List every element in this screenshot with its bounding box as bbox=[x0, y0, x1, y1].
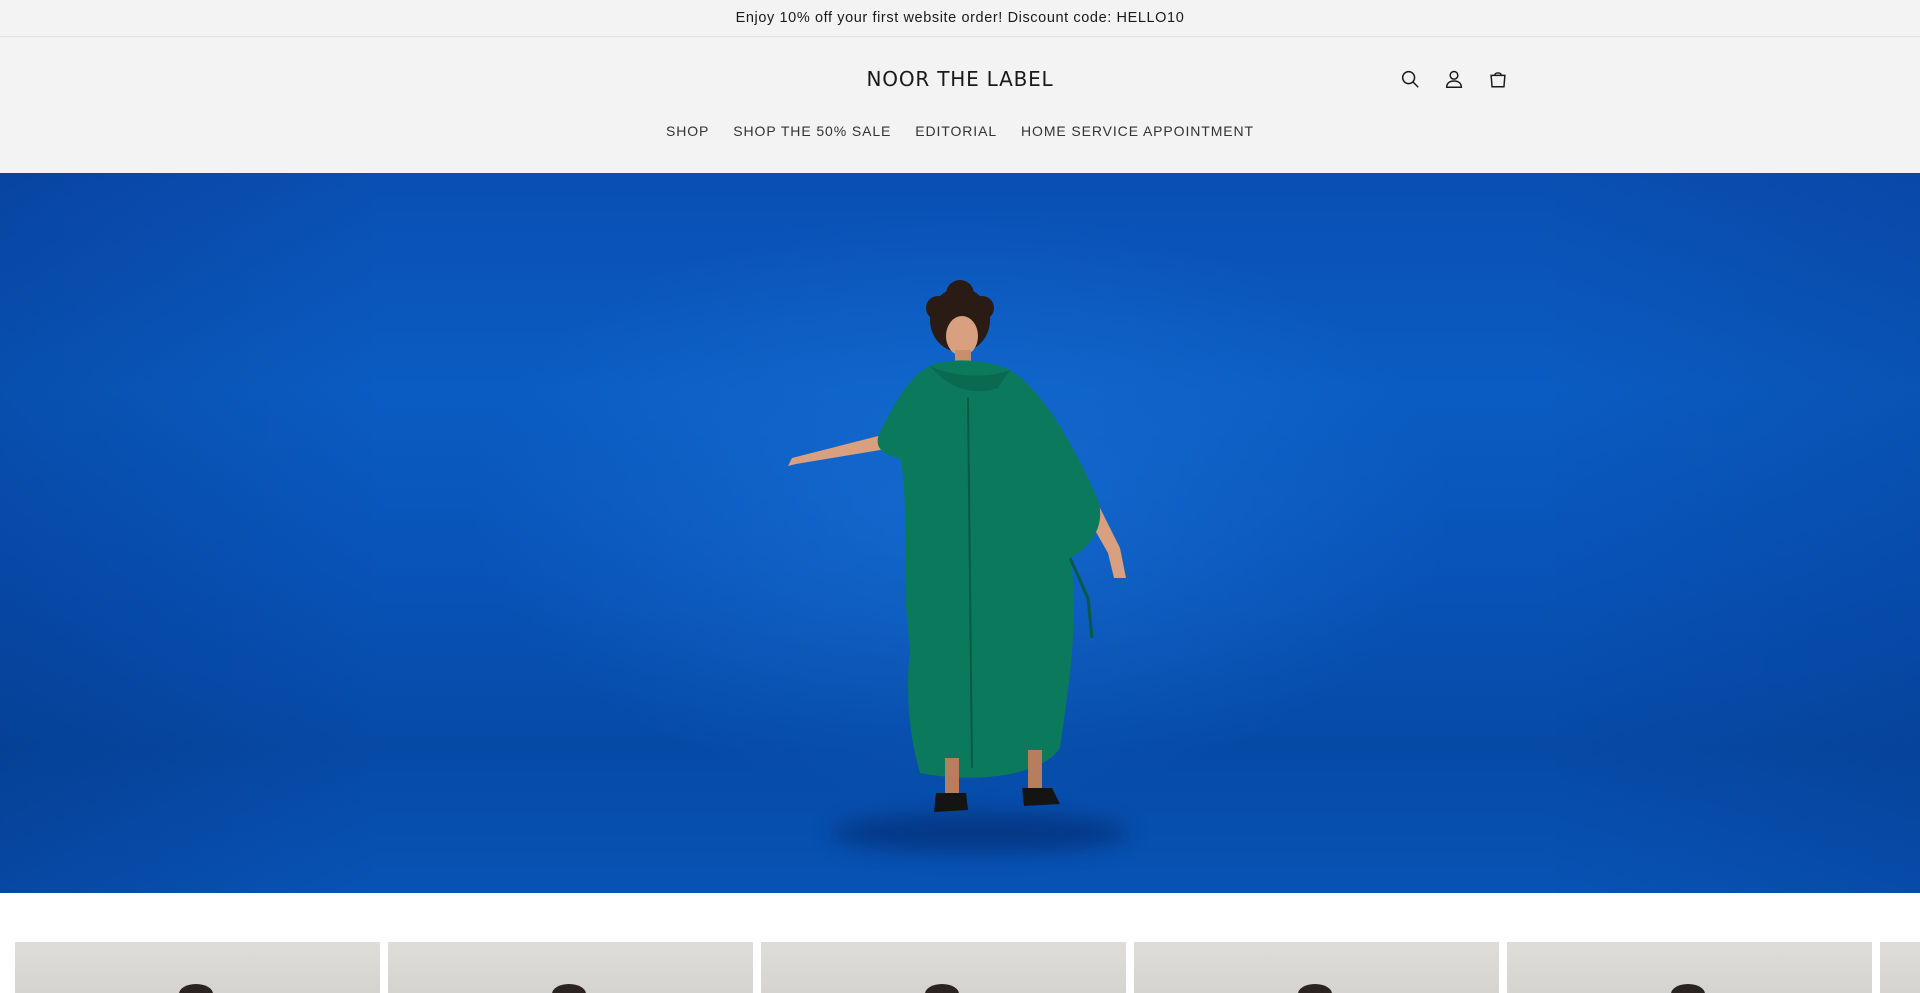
cart-icon bbox=[1490, 72, 1506, 88]
cart-button[interactable] bbox=[1484, 65, 1512, 93]
nav-item-editorial[interactable]: EDITORIAL bbox=[915, 123, 997, 139]
site-header: NOOR THE LABEL SHOP SHOP THE 50% SALE ED… bbox=[0, 37, 1920, 173]
product-image bbox=[552, 984, 586, 993]
announcement-text: Enjoy 10% off your first website order! … bbox=[735, 10, 1185, 26]
nav-item-shop[interactable]: SHOP bbox=[666, 123, 709, 139]
product-card[interactable] bbox=[1880, 942, 1920, 993]
header-icons bbox=[1396, 65, 1512, 93]
nav-item-sale[interactable]: SHOP THE 50% SALE bbox=[733, 123, 891, 139]
site-logo[interactable]: NOOR THE LABEL bbox=[867, 67, 1054, 91]
nav-item-home-service[interactable]: HOME SERVICE APPOINTMENT bbox=[1021, 123, 1254, 139]
product-image bbox=[1671, 984, 1705, 993]
search-button[interactable] bbox=[1396, 65, 1424, 93]
hero-banner[interactable] bbox=[0, 173, 1920, 893]
product-image bbox=[925, 984, 959, 993]
product-card[interactable] bbox=[388, 942, 753, 993]
product-card[interactable] bbox=[15, 942, 380, 993]
account-icon bbox=[1445, 70, 1463, 88]
account-button[interactable] bbox=[1440, 65, 1468, 93]
collection-carousel bbox=[0, 942, 1920, 993]
main-nav: SHOP SHOP THE 50% SALE EDITORIAL HOME SE… bbox=[0, 123, 1920, 139]
product-card[interactable] bbox=[1134, 942, 1499, 993]
product-card[interactable] bbox=[761, 942, 1126, 993]
hero-model-image bbox=[788, 280, 1126, 812]
product-image bbox=[1298, 984, 1332, 993]
product-card[interactable] bbox=[1507, 942, 1872, 993]
announcement-bar: Enjoy 10% off your first website order! … bbox=[0, 0, 1920, 37]
product-image bbox=[179, 984, 213, 993]
search-icon bbox=[1401, 70, 1419, 88]
logo-wrapper: NOOR THE LABEL bbox=[0, 67, 1920, 91]
